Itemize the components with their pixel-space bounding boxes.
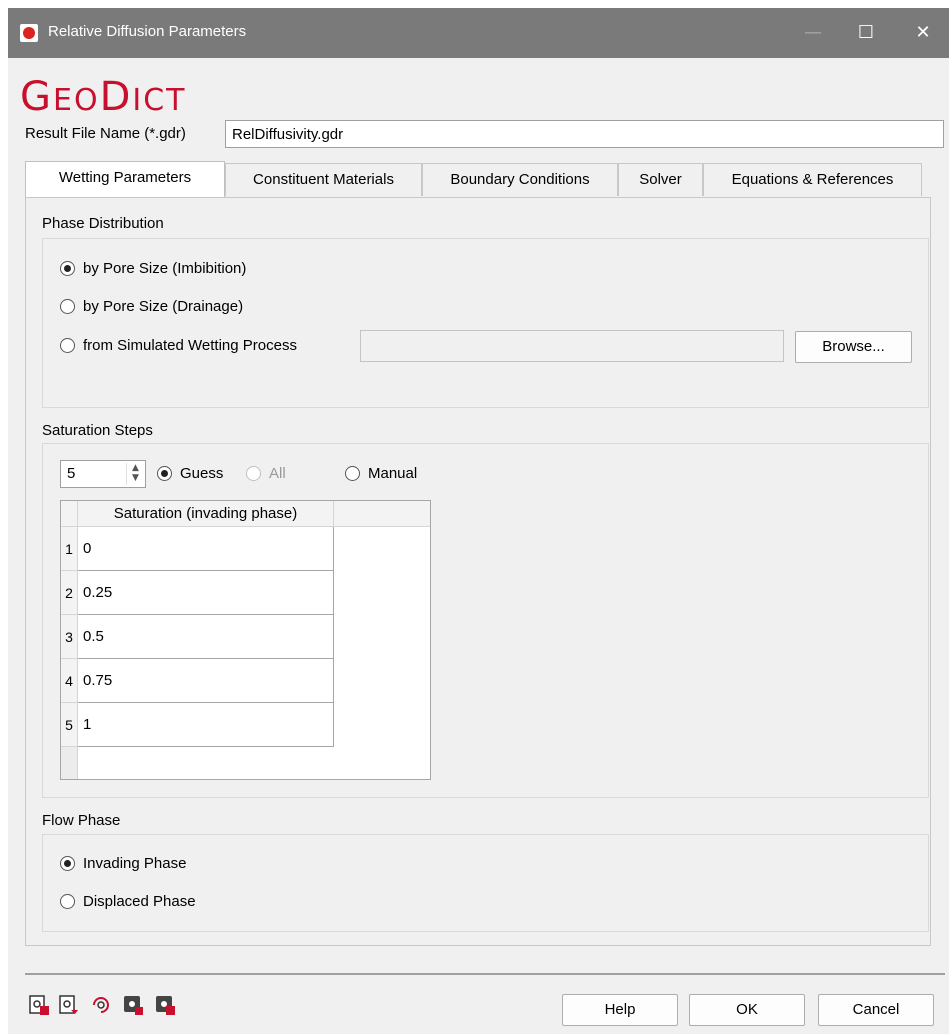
- radio-simulated-wetting[interactable]: from Simulated Wetting Process: [60, 337, 297, 354]
- row-header[interactable]: 1: [61, 527, 78, 571]
- saturation-steps-title: Saturation Steps: [42, 422, 153, 439]
- cancel-button[interactable]: Cancel: [818, 994, 934, 1026]
- tab-boundary-conditions[interactable]: Boundary Conditions: [422, 163, 618, 196]
- radio-indicator: [345, 466, 360, 481]
- maximize-button[interactable]: ☐: [846, 18, 886, 48]
- tab-equations-references[interactable]: Equations & References: [703, 163, 922, 196]
- minimize-button[interactable]: —: [793, 18, 833, 48]
- radio-pore-size-imbibition[interactable]: by Pore Size (Imbibition): [60, 260, 246, 277]
- radio-guess[interactable]: Guess: [157, 465, 223, 482]
- radio-manual[interactable]: Manual: [345, 465, 417, 482]
- saturation-table[interactable]: Saturation (invading phase) 1 0 2 0.25 3…: [60, 500, 431, 780]
- window-titlebar[interactable]: Relative Diffusion Parameters — ☐ ✕: [8, 8, 949, 58]
- radio-pore-size-drainage[interactable]: by Pore Size (Drainage): [60, 298, 243, 315]
- phase-distribution-title: Phase Distribution: [42, 215, 164, 232]
- row-header[interactable]: 4: [61, 659, 78, 703]
- reset-settings-icon[interactable]: [90, 994, 112, 1016]
- result-file-input[interactable]: [225, 120, 944, 148]
- empty-row-header: [61, 747, 78, 779]
- result-file-label: Result File Name (*.gdr): [25, 125, 186, 142]
- table-cell[interactable]: 1: [78, 703, 334, 747]
- table-cell[interactable]: 0.75: [78, 659, 334, 703]
- table-cell[interactable]: 0.5: [78, 615, 334, 659]
- table-corner[interactable]: [61, 501, 78, 527]
- radio-indicator: [60, 856, 75, 871]
- row-header[interactable]: 3: [61, 615, 78, 659]
- spin-arrows-icon[interactable]: ▲ ▼: [126, 463, 144, 485]
- tab-constituent-materials[interactable]: Constituent Materials: [225, 163, 422, 196]
- ok-button[interactable]: OK: [689, 994, 805, 1026]
- load-settings-icon[interactable]: [28, 994, 50, 1016]
- run-script-icon[interactable]: [122, 994, 144, 1016]
- radio-indicator: [60, 894, 75, 909]
- geodict-logo: GEODICT: [20, 74, 187, 120]
- row-header[interactable]: 5: [61, 703, 78, 747]
- saturation-count-spinbox[interactable]: 5 ▲ ▼: [60, 460, 146, 488]
- radio-all[interactable]: All: [246, 465, 286, 482]
- radio-indicator: [60, 338, 75, 353]
- radio-indicator: [246, 466, 261, 481]
- tab-solver[interactable]: Solver: [618, 163, 703, 196]
- export-settings-icon[interactable]: [154, 994, 176, 1016]
- window-title: Relative Diffusion Parameters: [48, 23, 247, 40]
- save-settings-icon[interactable]: [58, 994, 80, 1016]
- table-header-filler: [334, 501, 430, 527]
- table-cell[interactable]: 0: [78, 527, 334, 571]
- radio-indicator: [60, 299, 75, 314]
- close-button[interactable]: ✕: [903, 18, 943, 48]
- saturation-column-header[interactable]: Saturation (invading phase): [78, 501, 334, 527]
- table-cell[interactable]: 0.25: [78, 571, 334, 615]
- radio-indicator: [157, 466, 172, 481]
- tab-wetting-parameters[interactable]: Wetting Parameters: [25, 161, 225, 197]
- flow-phase-title: Flow Phase: [42, 812, 121, 829]
- browse-button[interactable]: Browse...: [795, 331, 912, 363]
- radio-displaced-phase[interactable]: Displaced Phase: [60, 893, 196, 910]
- radio-invading-phase[interactable]: Invading Phase: [60, 855, 186, 872]
- app-icon: [20, 24, 38, 42]
- row-header[interactable]: 2: [61, 571, 78, 615]
- wetting-process-file-input[interactable]: [360, 330, 784, 362]
- flow-phase-group: [42, 834, 929, 932]
- saturation-count-value: 5: [67, 465, 76, 482]
- footer-separator: [25, 973, 945, 975]
- help-button[interactable]: Help: [562, 994, 678, 1026]
- radio-indicator: [60, 261, 75, 276]
